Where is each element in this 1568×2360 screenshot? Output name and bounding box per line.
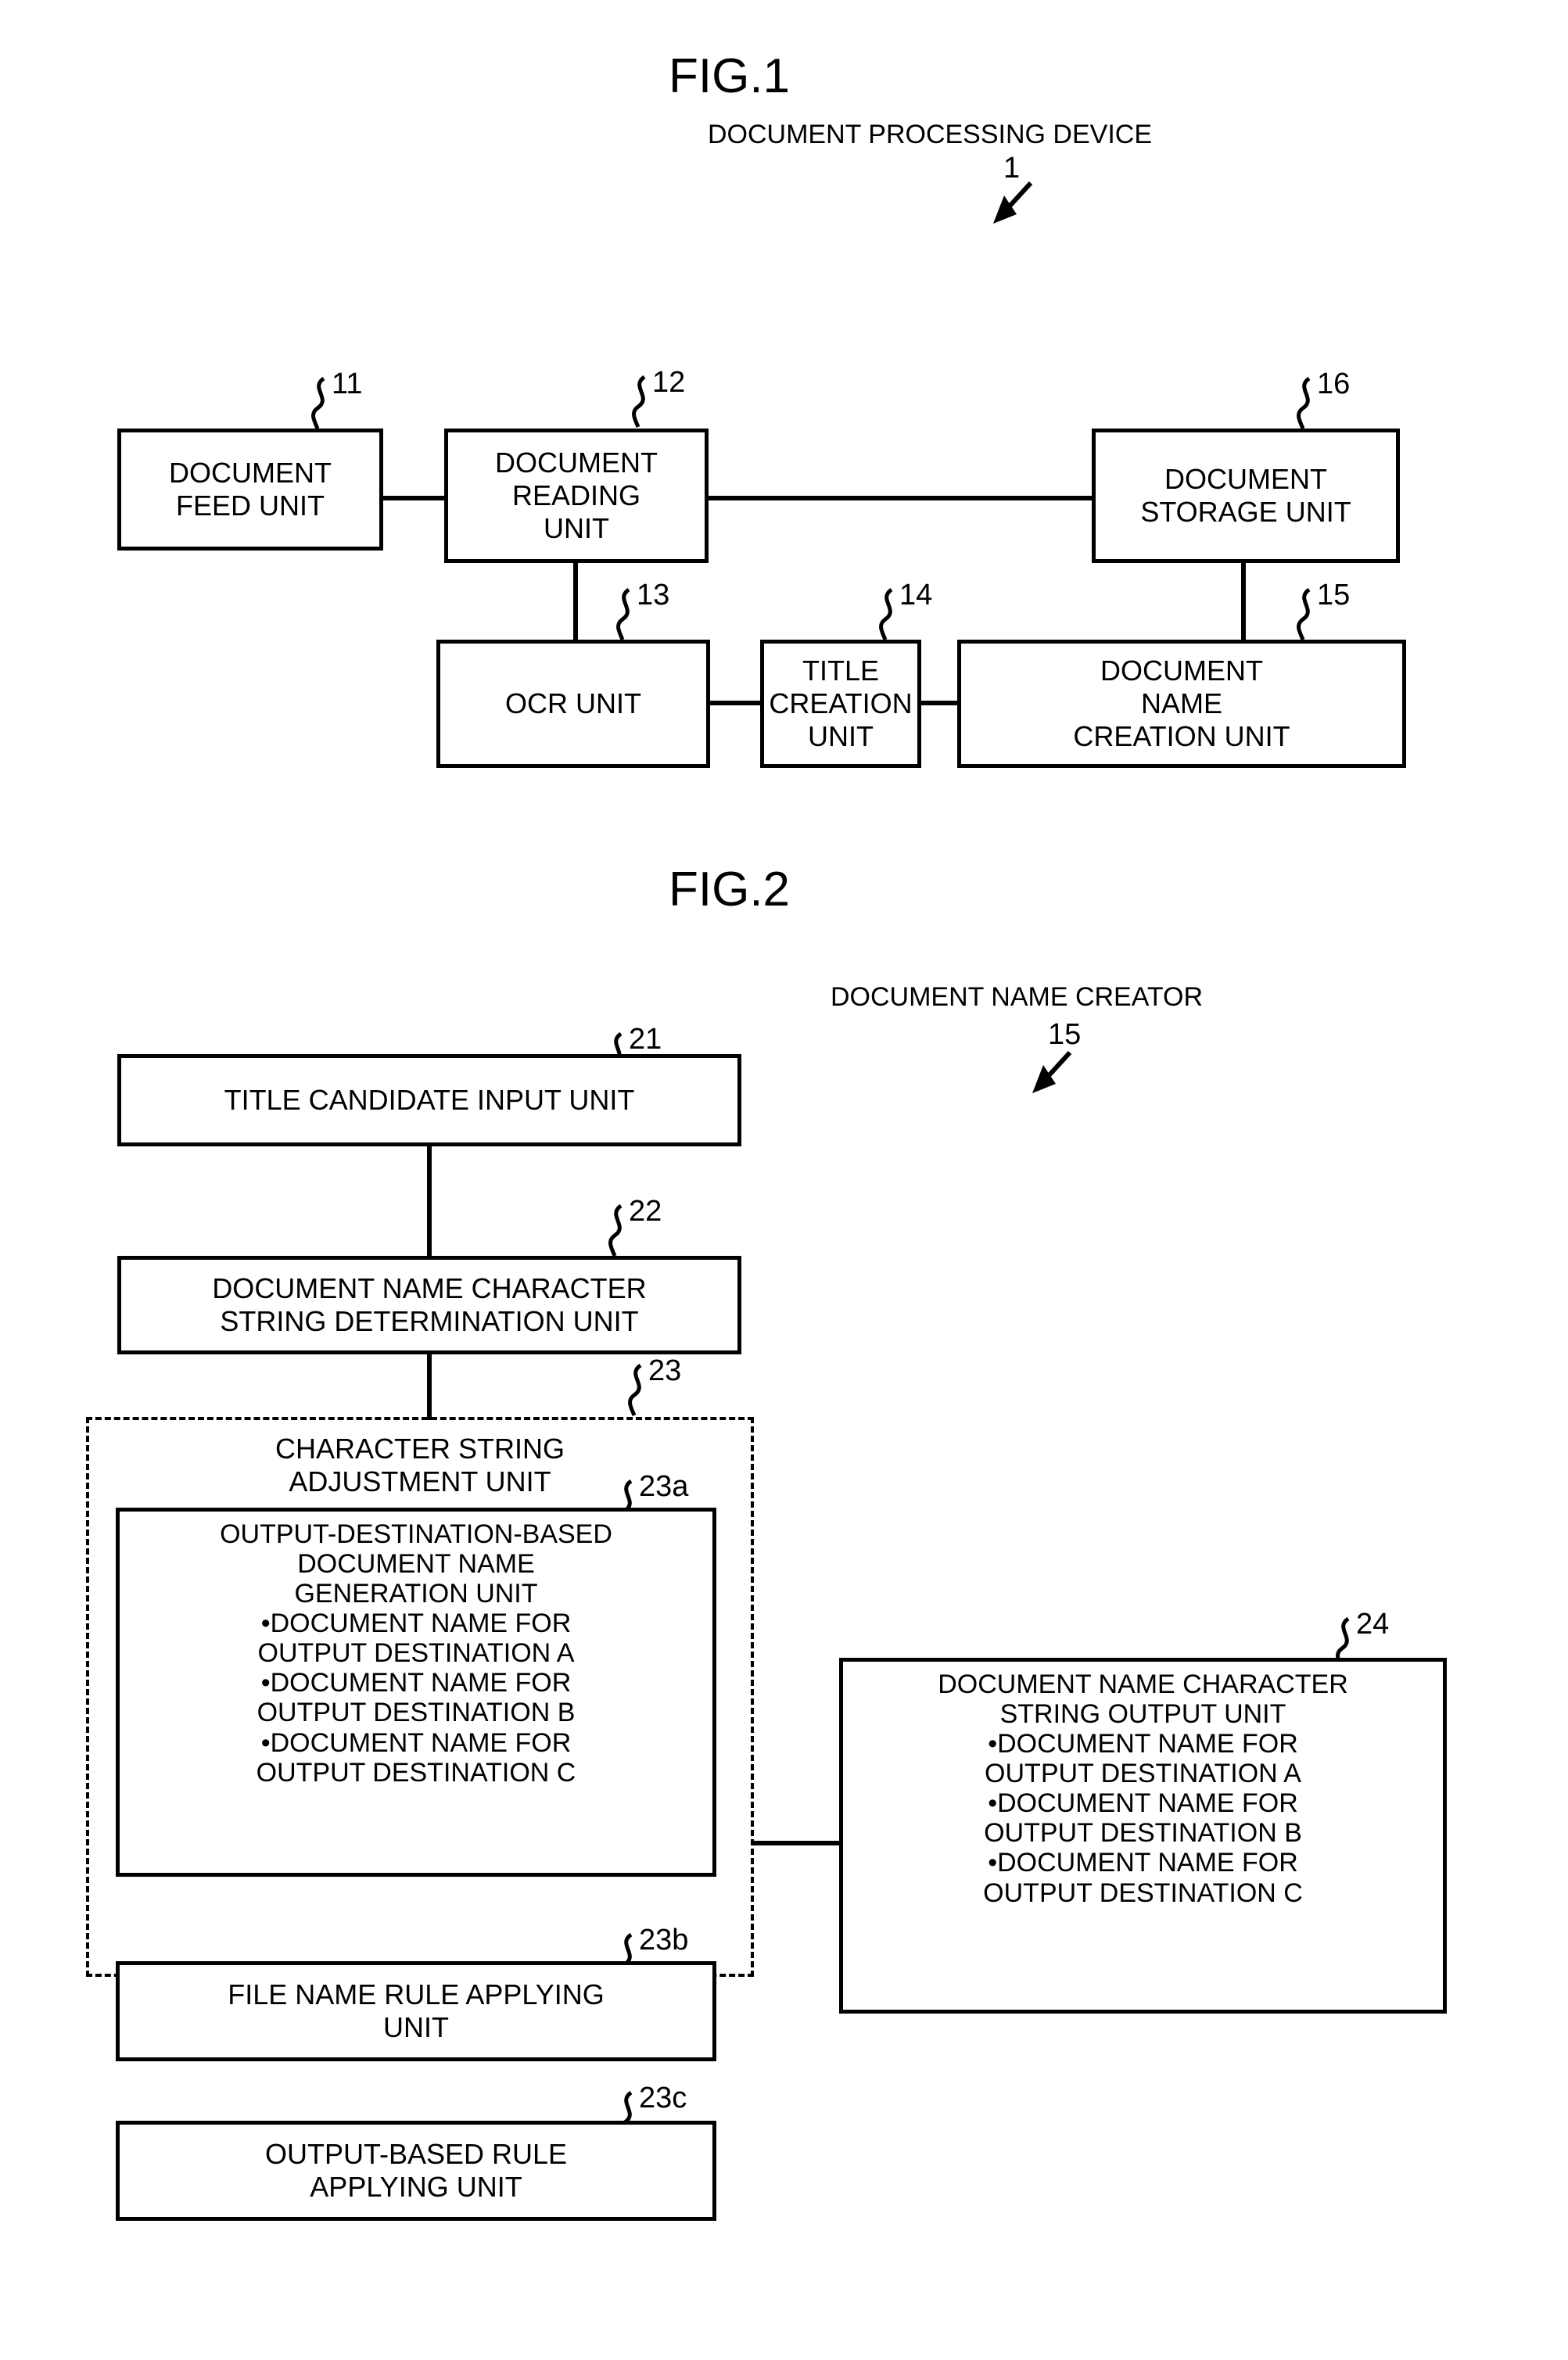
block-23c-line-2: APPLYING UNIT [310, 2171, 522, 2203]
block-output-destination-based-document-name-generation-unit[interactable]: OUTPUT-DESTINATION-BASED DOCUMENT NAME G… [116, 1508, 716, 1877]
block-23-line-2: ADJUSTMENT UNIT [289, 1465, 551, 1498]
block-23a-line-1: OUTPUT-DESTINATION-BASED [220, 1519, 612, 1549]
connector-23-to-24 [751, 1841, 841, 1845]
block-23a-line-9: OUTPUT DESTINATION C [256, 1757, 576, 1788]
block-output-based-rule-applying-unit[interactable]: OUTPUT-BASED RULE APPLYING UNIT [116, 2121, 716, 2221]
block-document-name-creation-unit[interactable]: DOCUMENT NAME CREATION UNIT [957, 640, 1406, 768]
connector-13-to-14 [708, 701, 764, 705]
block-14-line-3: UNIT [808, 719, 874, 752]
ref-label-24: 24 [1356, 1608, 1390, 1641]
block-23-line-1: CHARACTER STRING [274, 1433, 565, 1465]
ref-label-23: 23 [648, 1354, 682, 1387]
block-22-line-1: DOCUMENT NAME CHARACTER [212, 1272, 647, 1305]
connector-21-to-22 [427, 1146, 432, 1257]
figure-2-caption: DOCUMENT NAME CREATOR [831, 982, 1204, 1012]
figure-2-title: FIG.2 [669, 863, 791, 916]
block-12-line-2: READING [511, 479, 640, 512]
block-13-line-1: OCR UNIT [505, 687, 641, 720]
block-23a-line-4: •DOCUMENT NAME FOR [260, 1609, 572, 1639]
block-23a-line-5: OUTPUT DESTINATION A [257, 1638, 575, 1669]
block-22-line-2: STRING DETERMINATION UNIT [220, 1305, 639, 1337]
block-23-label: CHARACTER STRING ADJUSTMENT UNIT [86, 1433, 754, 1499]
ref-label-12: 12 [652, 366, 686, 399]
ref-label-15: 15 [1317, 579, 1351, 612]
block-16-line-2: STORAGE UNIT [1140, 496, 1351, 528]
ref-label-13: 13 [637, 579, 670, 612]
block-21-line-1: TITLE CANDIDATE INPUT UNIT [224, 1084, 635, 1117]
connector-16-to-15 [1241, 560, 1246, 643]
block-title-candidate-input-unit[interactable]: TITLE CANDIDATE INPUT UNIT [117, 1054, 741, 1146]
block-16-line-1: DOCUMENT [1164, 463, 1327, 496]
block-15-line-1: DOCUMENT [1100, 655, 1263, 687]
block-24-line-1: DOCUMENT NAME CHARACTER [938, 1670, 1348, 1699]
block-24-line-6: OUTPUT DESTINATION B [984, 1818, 1302, 1849]
block-23a-line-3: GENERATION UNIT [294, 1579, 538, 1609]
block-11-line-1: DOCUMENT [169, 457, 332, 490]
block-24-line-4: OUTPUT DESTINATION A [985, 1759, 1301, 1789]
block-24-line-2: STRING OUTPUT UNIT [999, 1699, 1286, 1730]
ref-label-22: 22 [629, 1195, 662, 1228]
ref-label-11: 11 [332, 368, 363, 400]
block-14-line-1: TITLE [802, 655, 879, 687]
block-24-line-7: •DOCUMENT NAME FOR [988, 1848, 1298, 1878]
block-23a-line-8: •DOCUMENT NAME FOR [260, 1727, 572, 1758]
block-document-storage-unit[interactable]: DOCUMENT STORAGE UNIT [1092, 429, 1400, 563]
block-file-name-rule-applying-unit[interactable]: FILE NAME RULE APPLYING UNIT [116, 1961, 716, 2061]
block-title-creation-unit[interactable]: TITLE CREATION UNIT [760, 640, 921, 768]
device-lead-arrow-icon [993, 181, 1033, 224]
block-15-line-2: NAME [1140, 687, 1222, 720]
ref-label-21: 21 [629, 1023, 662, 1056]
block-23a-line-6: •DOCUMENT NAME FOR [260, 1668, 572, 1698]
block-24-line-3: •DOCUMENT NAME FOR [988, 1729, 1298, 1759]
block-15-line-3: CREATION UNIT [1073, 719, 1290, 752]
connector-22-to-23 [427, 1353, 432, 1420]
block-document-feed-unit[interactable]: DOCUMENT FEED UNIT [117, 429, 383, 551]
connector-11-to-12 [380, 496, 447, 500]
block-23a-line-2: DOCUMENT NAME [297, 1549, 535, 1580]
block-document-name-character-string-determination-unit[interactable]: DOCUMENT NAME CHARACTER STRING DETERMINA… [117, 1256, 741, 1354]
creator-lead-arrow-icon [1032, 1050, 1072, 1093]
ref-label-23c: 23c [639, 2082, 687, 2114]
block-document-name-character-string-output-unit[interactable]: DOCUMENT NAME CHARACTER STRING OUTPUT UN… [839, 1658, 1447, 2014]
connector-12-to-16 [704, 496, 1095, 500]
block-ocr-unit[interactable]: OCR UNIT [436, 640, 710, 768]
block-12-line-1: DOCUMENT [495, 447, 658, 479]
patent-drawing-sheet: FIG.1 DOCUMENT PROCESSING DEVICE 1 11 12… [0, 0, 1568, 2360]
block-24-line-5: •DOCUMENT NAME FOR [988, 1788, 1298, 1819]
block-24-line-8: OUTPUT DESTINATION C [983, 1878, 1303, 1908]
figure-1-caption-text: DOCUMENT PROCESSING DEVICE [708, 120, 1153, 149]
block-23a-line-7: OUTPUT DESTINATION B [257, 1698, 576, 1728]
block-23b-line-1: FILE NAME RULE APPLYING [228, 1978, 605, 2011]
ref-label-14: 14 [899, 579, 933, 612]
ref-label-16: 16 [1317, 368, 1351, 400]
block-23c-line-1: OUTPUT-BASED RULE [264, 2138, 568, 2171]
connector-12-to-13 [573, 560, 578, 643]
block-23b-line-2: UNIT [382, 2011, 449, 2043]
figure-1-title: FIG.1 [669, 49, 791, 103]
connector-14-to-15 [917, 701, 961, 705]
block-12-line-3: UNIT [543, 511, 609, 544]
block-14-line-2: CREATION [769, 687, 913, 720]
figure-2-creator-ref: 15 [1048, 1018, 1082, 1051]
block-11-line-2: FEED UNIT [175, 490, 325, 522]
block-document-reading-unit[interactable]: DOCUMENT READING UNIT [444, 429, 709, 563]
